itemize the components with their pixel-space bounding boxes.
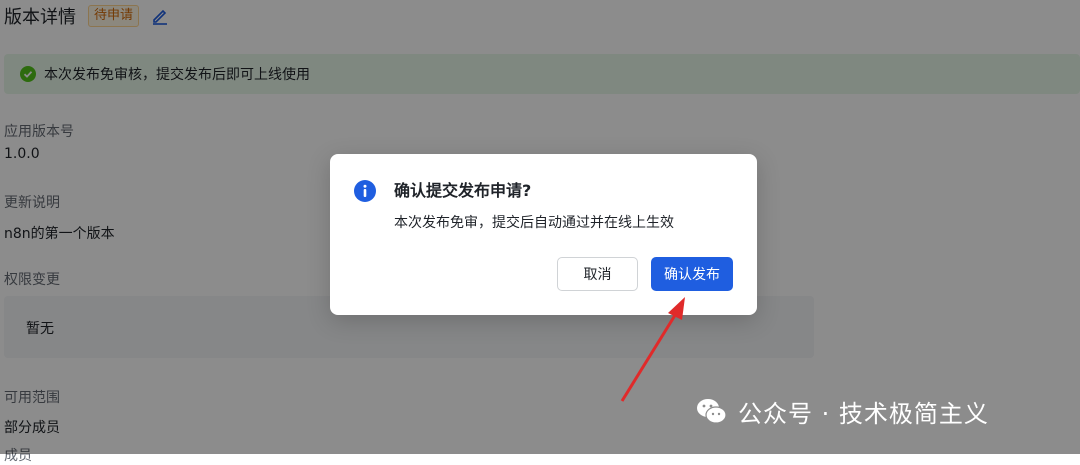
watermark: 公众号 · 技术极简主义: [694, 392, 989, 430]
watermark-text: 公众号 · 技术极简主义: [738, 399, 989, 428]
dialog-title: 确认提交发布申请?: [394, 181, 532, 200]
confirm-publish-button[interactable]: 确认发布: [651, 257, 733, 291]
wechat-icon: [697, 399, 727, 424]
cancel-button[interactable]: 取消: [557, 257, 638, 291]
dialog-content: 本次发布免审，提交后自动通过并在线上生效: [394, 215, 674, 231]
confirm-dialog: 确认提交发布申请? 本次发布免审，提交后自动通过并在线上生效 取消 确认发布: [330, 154, 757, 315]
info-icon: [354, 180, 376, 202]
